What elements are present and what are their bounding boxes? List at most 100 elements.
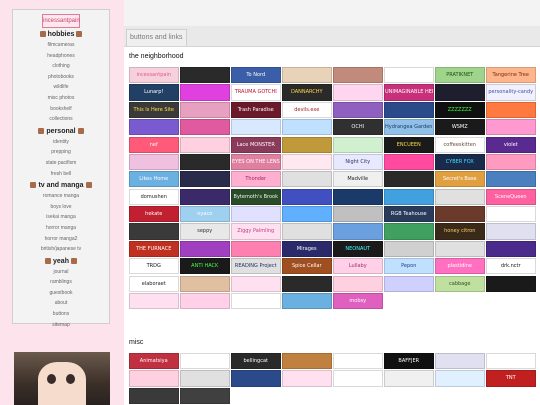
- site-button[interactable]: [282, 292, 332, 310]
- site-button[interactable]: [282, 275, 332, 292]
- site-button[interactable]: [231, 370, 281, 387]
- site-button[interactable]: Hydrangea Garden: [384, 119, 434, 136]
- site-button[interactable]: [486, 206, 536, 223]
- site-button[interactable]: [486, 223, 536, 240]
- site-button[interactable]: [180, 240, 230, 257]
- site-button[interactable]: [180, 387, 230, 404]
- site-button[interactable]: Animatsiya: [129, 353, 179, 370]
- site-button[interactable]: [180, 171, 230, 188]
- site-button[interactable]: Bytemoth's Brook: [231, 188, 281, 205]
- site-button[interactable]: [180, 136, 230, 153]
- nav-link[interactable]: isekai manga: [13, 212, 109, 223]
- site-button[interactable]: ANTI HACK: [180, 258, 230, 275]
- site-button[interactable]: [486, 119, 536, 136]
- site-button[interactable]: [180, 119, 230, 136]
- site-button[interactable]: [333, 353, 383, 370]
- site-button[interactable]: [180, 188, 230, 205]
- site-button[interactable]: [282, 188, 332, 205]
- nav-link[interactable]: misc photos: [13, 93, 109, 104]
- site-button[interactable]: coffeeskitten: [435, 136, 485, 153]
- site-button[interactable]: [333, 101, 383, 118]
- site-button[interactable]: plastidine: [435, 258, 485, 275]
- site-button[interactable]: seppy: [180, 223, 230, 240]
- site-button[interactable]: [129, 223, 179, 240]
- site-button[interactable]: [486, 275, 536, 292]
- site-button[interactable]: personality-candy: [486, 84, 536, 101]
- site-button[interactable]: [435, 353, 485, 370]
- site-button[interactable]: honey citron: [435, 223, 485, 240]
- site-button[interactable]: [129, 370, 179, 387]
- site-button[interactable]: [435, 84, 485, 101]
- site-button[interactable]: Tangerine Tree: [486, 67, 536, 84]
- site-button[interactable]: [333, 223, 383, 240]
- site-button[interactable]: [231, 206, 281, 223]
- site-button[interactable]: Lullaby: [333, 258, 383, 275]
- site-button[interactable]: [435, 370, 485, 387]
- site-button[interactable]: nyaco: [180, 206, 230, 223]
- site-button[interactable]: [435, 188, 485, 205]
- site-button[interactable]: SceneQueen: [486, 188, 536, 205]
- site-button[interactable]: ZZZZZZZ: [435, 101, 485, 118]
- nav-link[interactable]: journal: [13, 267, 109, 278]
- site-button[interactable]: devils.exe: [282, 101, 332, 118]
- site-button[interactable]: [282, 171, 332, 188]
- nav-link[interactable]: filmcameras: [13, 40, 109, 51]
- site-button[interactable]: [282, 353, 332, 370]
- site-button[interactable]: [180, 275, 230, 292]
- site-button[interactable]: [435, 206, 485, 223]
- site-button[interactable]: [282, 153, 332, 171]
- site-button[interactable]: [180, 153, 230, 171]
- site-button[interactable]: To Nord: [231, 67, 281, 84]
- nav-link[interactable]: romance manga: [13, 191, 109, 202]
- site-button[interactable]: [333, 275, 383, 292]
- site-button[interactable]: UNIMAGINABLE HEIGHTS: [384, 84, 434, 101]
- site-button[interactable]: [180, 370, 230, 387]
- site-button[interactable]: hekate: [129, 206, 179, 223]
- nav-link[interactable]: buttons: [13, 309, 109, 320]
- site-button[interactable]: [384, 370, 434, 387]
- site-button[interactable]: OCHI: [333, 119, 383, 136]
- site-button[interactable]: TRDG: [129, 258, 179, 275]
- nav-link[interactable]: about: [13, 298, 109, 309]
- site-button[interactable]: NEONAUT: [333, 240, 383, 257]
- site-button[interactable]: WSMZ: [435, 119, 485, 136]
- site-button[interactable]: [282, 206, 332, 223]
- site-button[interactable]: [486, 240, 536, 257]
- site-button[interactable]: Lunarp!: [129, 84, 179, 101]
- site-button[interactable]: [333, 206, 383, 223]
- nav-link[interactable]: wildlife: [13, 82, 109, 93]
- site-button[interactable]: [180, 101, 230, 118]
- site-button[interactable]: cabbage: [435, 275, 485, 292]
- site-button[interactable]: [282, 223, 332, 240]
- site-button[interactable]: violet: [486, 136, 536, 153]
- site-button[interactable]: [129, 153, 179, 171]
- site-button[interactable]: TNT: [486, 370, 536, 387]
- site-button[interactable]: [231, 240, 281, 257]
- site-button[interactable]: [333, 136, 383, 153]
- nav-link[interactable]: identity: [13, 137, 109, 148]
- site-button[interactable]: [129, 292, 179, 310]
- site-button[interactable]: domushen: [129, 188, 179, 205]
- site-button[interactable]: [486, 101, 536, 118]
- nav-link[interactable]: ramblings: [13, 277, 109, 288]
- nav-link[interactable]: horror manga: [13, 223, 109, 234]
- site-button[interactable]: [282, 370, 332, 387]
- nav-link[interactable]: photobooks: [13, 72, 109, 83]
- site-button[interactable]: [333, 370, 383, 387]
- site-button[interactable]: ENCUEEN: [384, 136, 434, 153]
- site-title-button[interactable]: incessantpain: [42, 14, 80, 28]
- site-button[interactable]: [333, 84, 383, 101]
- site-button[interactable]: [333, 188, 383, 205]
- site-button[interactable]: EYES ON THE LENS: [231, 153, 281, 171]
- site-button[interactable]: [435, 240, 485, 257]
- site-button[interactable]: TRAUMA GOTCHI: [231, 84, 281, 101]
- site-button[interactable]: PRATIKNET: [435, 67, 485, 84]
- site-button[interactable]: [231, 292, 281, 310]
- site-button[interactable]: [384, 223, 434, 240]
- site-button[interactable]: RGB Teahouse: [384, 206, 434, 223]
- site-button[interactable]: Thonder: [231, 171, 281, 188]
- site-button[interactable]: [282, 119, 332, 136]
- site-button[interactable]: incessantpain: [129, 67, 179, 84]
- site-button[interactable]: [384, 153, 434, 171]
- site-button[interactable]: drk.nctr: [486, 258, 536, 275]
